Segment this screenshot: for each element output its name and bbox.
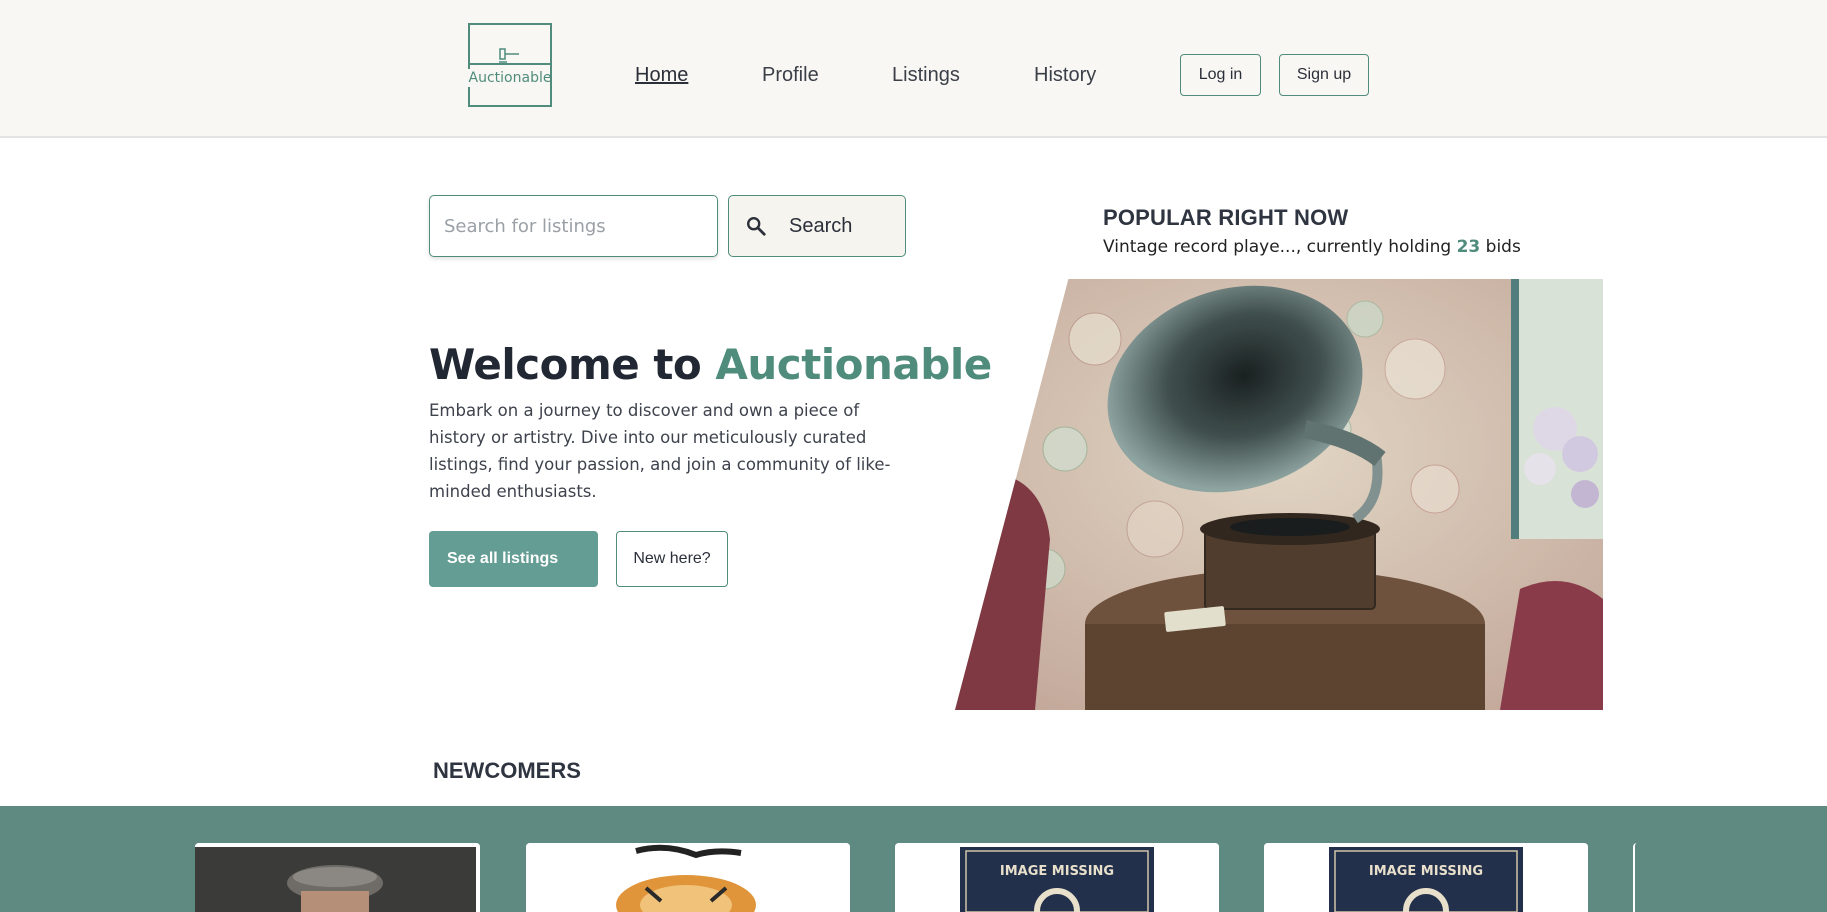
nav-home[interactable]: Home xyxy=(635,64,688,87)
popular-bid-count: 23 xyxy=(1456,237,1481,257)
popular-item-name: Vintage record playe... xyxy=(1103,237,1296,257)
auctionable-logo[interactable]: Auctionable xyxy=(468,23,552,107)
search-icon xyxy=(745,215,767,237)
popular-heading: POPULAR RIGHT NOW xyxy=(1103,205,1349,230)
newcomers-heading: NEWCOMERS xyxy=(433,758,581,783)
signup-button[interactable]: Sign up xyxy=(1279,54,1369,96)
logo-text: Auctionable xyxy=(468,69,552,87)
logo-line xyxy=(468,63,552,65)
gramophone-image xyxy=(955,279,1603,710)
hero-description: Embark on a journey to discover and own … xyxy=(429,401,891,501)
image-missing-label: IMAGE MISSING xyxy=(1369,864,1483,879)
popular-item-image[interactable] xyxy=(955,279,1603,710)
hero-title-prefix: Welcome to xyxy=(429,340,716,389)
newcomer-card[interactable] xyxy=(195,843,480,912)
search-input[interactable] xyxy=(429,195,718,257)
nav-profile[interactable]: Profile xyxy=(762,64,819,87)
nav-listings[interactable]: Listings xyxy=(892,64,960,87)
popular-subtitle: Vintage record playe..., currently holdi… xyxy=(1103,237,1521,257)
newcomer-card[interactable] xyxy=(526,843,850,912)
image-missing-placeholder: IMAGE MISSING xyxy=(895,843,1219,912)
newcomer-card[interactable]: IMAGE MISSING xyxy=(1264,843,1588,912)
site-header: Auctionable Home Profile Listings Histor… xyxy=(0,0,1827,138)
popular-text-mid: , currently holding xyxy=(1295,237,1457,257)
search-button[interactable]: Search xyxy=(728,195,906,257)
nav-history[interactable]: History xyxy=(1034,64,1096,87)
listing-image xyxy=(195,843,480,912)
newcomer-card[interactable]: IMAGE MISSING xyxy=(895,843,1219,912)
search-button-label: Search xyxy=(789,214,853,237)
image-missing-label: IMAGE MISSING xyxy=(1000,864,1114,879)
see-all-listings-button[interactable]: See all listings xyxy=(429,531,598,587)
popular-text-end: bids xyxy=(1480,237,1521,257)
gavel-icon xyxy=(499,48,519,63)
newcomer-card-partial[interactable] xyxy=(1633,843,1827,912)
hero-title-brand: Auctionable xyxy=(715,340,992,389)
login-button[interactable]: Log in xyxy=(1180,54,1261,96)
image-missing-placeholder: IMAGE MISSING xyxy=(1264,843,1588,912)
card-edge xyxy=(1635,843,1827,912)
hero-title: Welcome to Auctionable xyxy=(429,340,992,389)
listing-image xyxy=(526,843,850,912)
new-here-button[interactable]: New here? xyxy=(616,531,728,587)
